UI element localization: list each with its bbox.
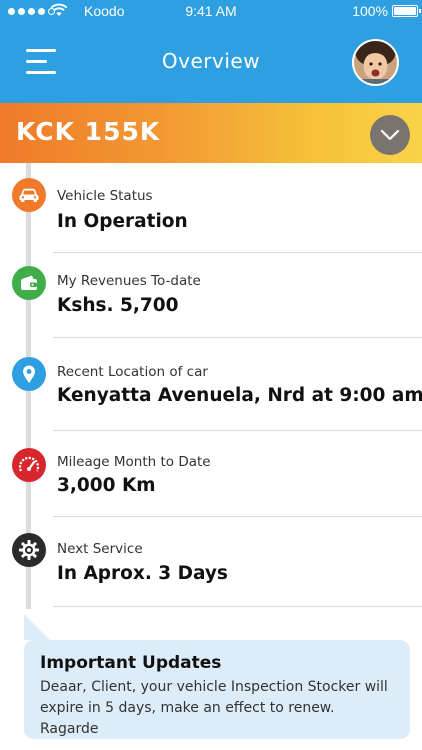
status-bar: Koodo 9:41 AM 100% bbox=[0, 0, 422, 22]
info-item-vehicle-status: Vehicle Status In Operation bbox=[0, 163, 422, 253]
battery-icon bbox=[392, 5, 421, 17]
important-updates-card[interactable]: Important Updates Deaar, Client, your ve… bbox=[24, 614, 410, 739]
wallet-icon bbox=[12, 266, 46, 300]
info-item-location: Recent Location of car Kenyatta Avenuela… bbox=[0, 338, 422, 431]
info-value: Kshs. 5,700 bbox=[57, 295, 179, 316]
car-icon bbox=[12, 178, 46, 212]
gear-icon bbox=[12, 533, 46, 567]
info-value: Kenyatta Avenuela, Nrd at 9:00 am bbox=[57, 385, 422, 406]
vehicle-dropdown-button[interactable] bbox=[370, 115, 410, 155]
location-pin-icon bbox=[12, 357, 46, 391]
divider bbox=[53, 606, 422, 607]
avatar-photo bbox=[354, 41, 397, 84]
vehicle-plate: KCK 155K bbox=[16, 117, 161, 146]
info-item-revenues: My Revenues To-date Kshs. 5,700 bbox=[0, 253, 422, 338]
info-value: In Aprox. 3 Days bbox=[57, 563, 228, 584]
info-label: Vehicle Status bbox=[57, 188, 153, 204]
updates-title: Important Updates bbox=[40, 653, 222, 673]
info-label: Recent Location of car bbox=[57, 364, 208, 380]
battery-percentage: 100% bbox=[352, 3, 388, 19]
nav-bar: Overview bbox=[0, 22, 422, 103]
info-item-next-service: Next Service In Aprox. 3 Days bbox=[0, 517, 422, 607]
info-label: Mileage Month to Date bbox=[57, 454, 211, 470]
info-item-mileage: Mileage Month to Date 3,000 Km bbox=[0, 431, 422, 517]
avatar[interactable] bbox=[352, 39, 399, 86]
info-label: Next Service bbox=[57, 541, 143, 557]
info-value: In Operation bbox=[57, 211, 188, 232]
updates-message: Deaar, Client, your vehicle Inspection S… bbox=[40, 679, 388, 737]
chevron-down-icon bbox=[380, 129, 400, 141]
info-label: My Revenues To-date bbox=[57, 273, 201, 289]
vehicle-selector[interactable]: KCK 155K bbox=[0, 103, 422, 163]
info-value: 3,000 Km bbox=[57, 475, 156, 496]
speedometer-icon bbox=[12, 448, 46, 482]
